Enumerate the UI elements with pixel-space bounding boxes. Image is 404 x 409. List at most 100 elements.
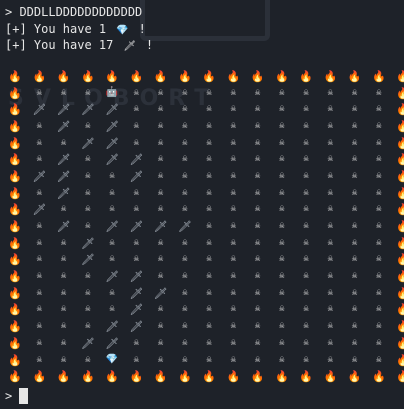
skull-icon: ☠ [254,120,261,131]
skull-icon: ☠ [254,287,261,298]
skull-icon: ☠ [60,204,67,215]
skull-icon: ☠ [351,104,358,115]
tool-count-line: [+] You have 17 🗡 ! [5,37,153,53]
skull-icon: ☠ [230,104,237,115]
fire-icon: 🔥 [56,69,71,83]
skull-icon: ☠ [254,237,261,248]
skull-icon: ☠ [327,204,334,215]
skull-icon: ☠ [327,287,334,298]
tool-icon: 🗡 [129,169,144,183]
fire-icon: 🔥 [396,336,404,350]
skull-icon: ☠ [279,337,285,348]
skull-icon: ☠ [351,170,358,181]
skull-icon: ☠ [157,321,164,332]
skull-icon: ☠ [109,237,115,248]
fire-icon: 🔥 [396,270,404,284]
fire-icon: 🔥 [105,69,119,83]
skull-icon: ☠ [254,321,261,332]
skull-icon: ☠ [376,354,382,365]
skull-icon: ☠ [254,187,261,198]
fire-icon: 🔥 [8,203,22,217]
skull-icon: ☠ [85,154,91,165]
fire-icon: 🔥 [8,303,22,317]
skull-icon: ☠ [206,120,212,131]
skull-icon: ☠ [327,337,334,348]
skull-icon: ☠ [182,170,188,181]
skull-icon: ☠ [351,354,358,365]
skull-icon: ☠ [279,254,285,265]
skull-icon: ☠ [109,287,115,298]
fire-icon: 🔥 [226,370,241,384]
skull-icon: ☠ [85,87,91,98]
skull-icon: ☠ [230,204,237,215]
skull-icon: ☠ [36,271,43,282]
tool-icon: 🗡 [105,336,120,350]
command-echo-line: > DDDLLDDDDDDDDDDDD [5,5,143,19]
skull-icon: ☠ [206,337,212,348]
tool-icon: 🗡 [56,153,71,167]
skull-icon: ☠ [376,321,382,332]
skull-icon: ☠ [206,87,212,98]
gem-count-line: [+] You have 1 💎 ! [5,21,146,37]
skull-icon: ☠ [157,204,164,215]
skull-icon: ☠ [182,287,188,298]
fire-icon: 🔥 [8,286,22,300]
skull-icon: ☠ [157,237,164,248]
skull-icon: ☠ [376,254,382,265]
fire-icon: 🔥 [396,220,404,234]
skull-icon: ☠ [254,304,261,315]
skull-icon: ☠ [327,187,334,198]
tool-icon: 🗡 [129,286,144,300]
skull-icon: ☠ [230,154,237,165]
skull-icon: ☠ [133,237,140,248]
tool-icon: 🗡 [105,103,120,117]
skull-icon: ☠ [36,187,43,198]
skull-icon: ☠ [109,254,115,265]
skull-icon: ☠ [85,187,91,198]
fire-icon: 🔥 [8,136,22,150]
skull-icon: ☠ [254,271,261,282]
skull-icon: ☠ [182,187,188,198]
skull-icon: ☠ [60,321,67,332]
watermark-frame [140,0,270,41]
skull-icon: ☠ [303,104,309,115]
gem-count-suffix: ! [131,22,146,36]
skull-icon: ☠ [376,120,382,131]
skull-icon: ☠ [36,337,43,348]
skull-icon: ☠ [279,87,285,98]
skull-icon: ☠ [182,204,188,215]
fire-icon: 🔥 [129,69,144,83]
fire-icon: 🔥 [8,103,22,117]
skull-icon: ☠ [85,304,91,315]
skull-icon: ☠ [206,237,212,248]
fire-icon: 🔥 [372,69,386,83]
skull-icon: ☠ [351,287,358,298]
skull-icon: ☠ [327,271,334,282]
skull-icon: ☠ [230,354,237,365]
fire-icon: 🔥 [8,153,22,167]
skull-icon: ☠ [230,187,237,198]
skull-icon: ☠ [303,287,309,298]
skull-icon: ☠ [254,137,261,148]
skull-icon: ☠ [60,237,67,248]
skull-icon: ☠ [133,87,140,98]
skull-icon: ☠ [182,120,188,131]
terminal-window: SVLOBORT > DDDLLDDDDDDDDDDDD [+] You hav… [0,0,404,409]
tool-icon: 🗡 [80,336,95,350]
text-cursor[interactable] [19,388,28,404]
fire-icon: 🔥 [396,370,404,384]
fire-icon: 🔥 [347,69,362,83]
skull-icon: ☠ [351,187,358,198]
skull-icon: ☠ [279,204,285,215]
fire-icon: 🔥 [299,370,313,384]
skull-icon: ☠ [133,187,140,198]
skull-icon: ☠ [36,287,43,298]
skull-icon: ☠ [36,154,43,165]
fire-icon: 🔥 [275,69,289,83]
skull-icon: ☠ [157,170,164,181]
skull-icon: ☠ [303,137,309,148]
skull-icon: ☠ [60,304,67,315]
skull-icon: ☠ [182,271,188,282]
skull-icon: ☠ [133,120,140,131]
skull-icon: ☠ [36,237,43,248]
